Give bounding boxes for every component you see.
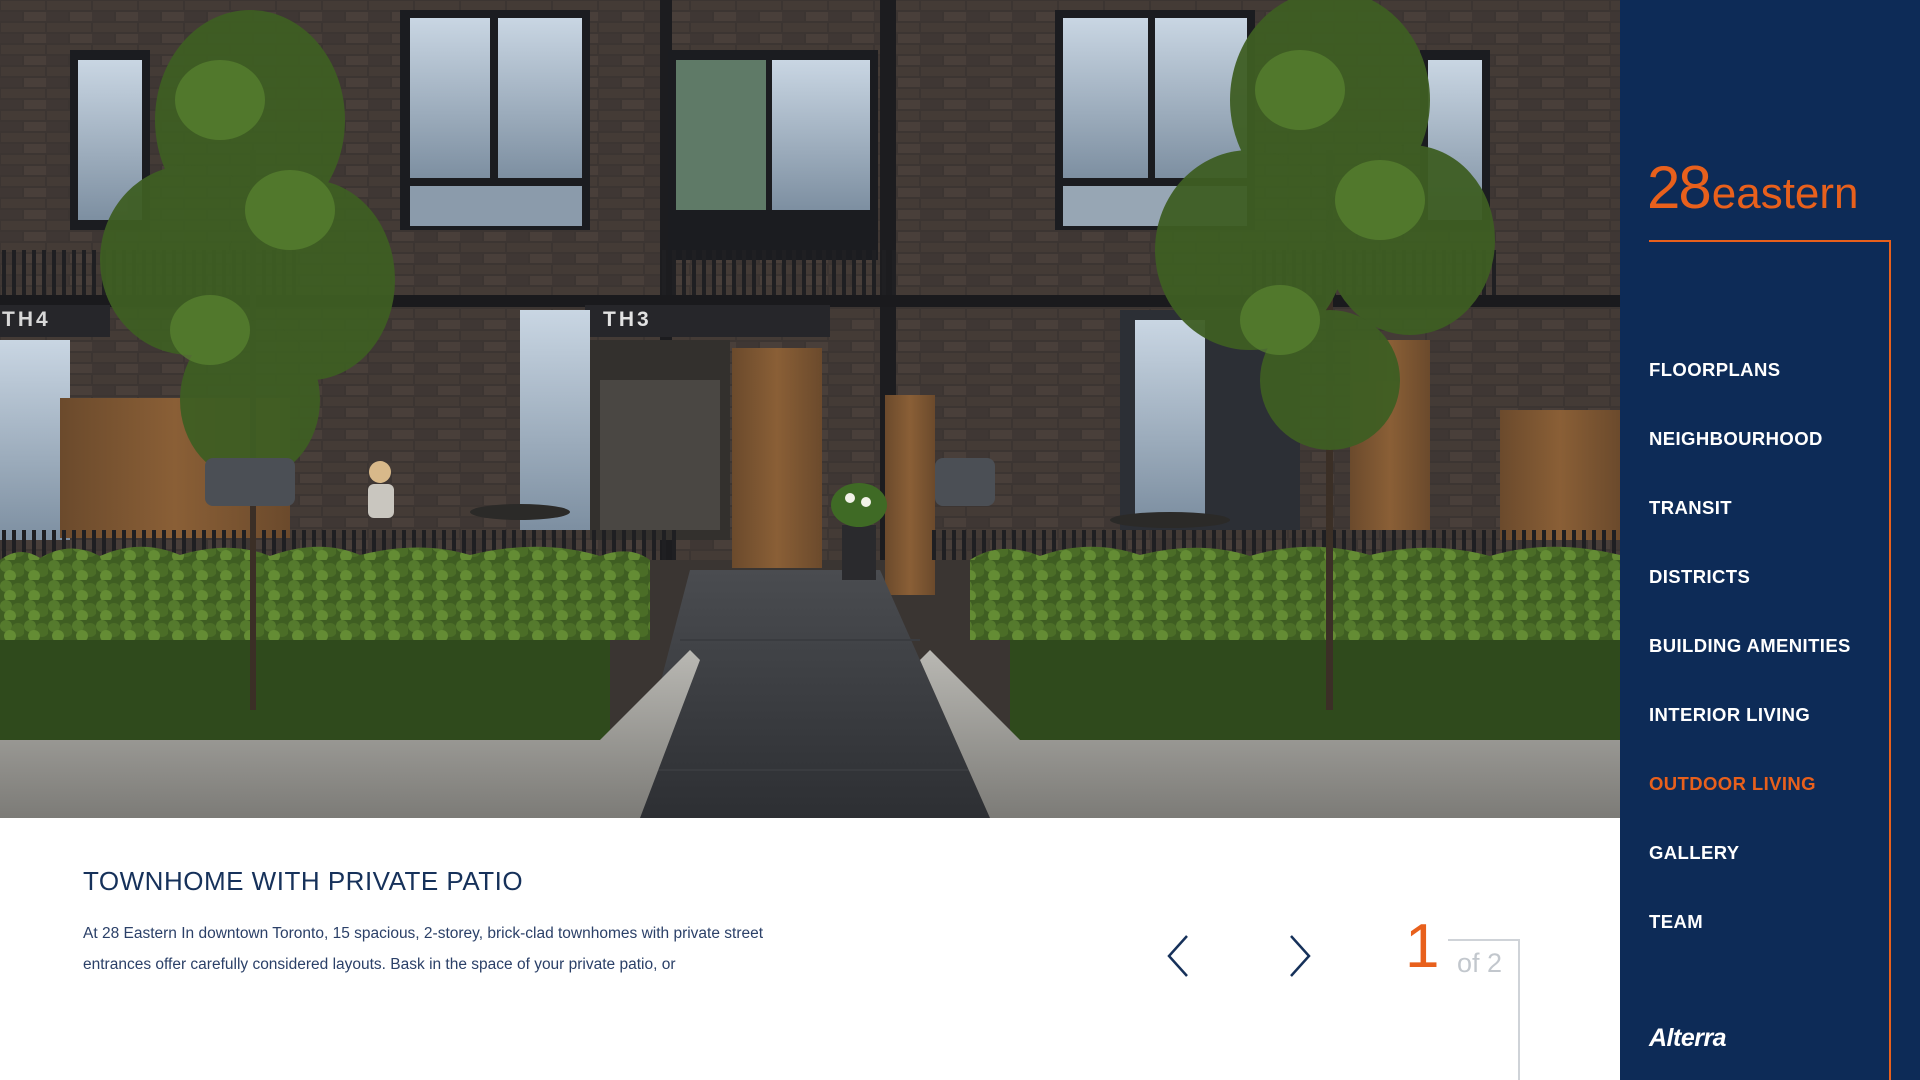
logo-word: eastern [1711, 169, 1859, 218]
next-slide-button[interactable] [1280, 928, 1320, 984]
site-logo[interactable]: 28eastern [1647, 158, 1859, 218]
nav-item-floorplans[interactable]: FLOORPLANS [1649, 352, 1851, 421]
main-nav: FLOORPLANS NEIGHBOURHOOD TRANSIT DISTRIC… [1649, 352, 1851, 973]
unit-sign-th4: TH4 [2, 308, 51, 331]
nav-item-districts[interactable]: DISTRICTS [1649, 559, 1851, 628]
slide-title: TOWNHOME WITH PRIVATE PATIO [83, 866, 524, 896]
nav-item-building-amenities[interactable]: BUILDING AMENITIES [1649, 628, 1851, 697]
app-root: TH4 TH3 TOWNHOME WITH PRIVATE PATIO At 2… [0, 0, 1920, 1080]
townhome-illustration: TH4 TH3 [0, 0, 1620, 818]
developer-logo[interactable]: Alterra [1649, 1024, 1727, 1053]
previous-slide-button[interactable] [1158, 928, 1198, 984]
nav-item-outdoor-living[interactable]: OUTDOOR LIVING [1649, 766, 1851, 835]
nav-item-transit[interactable]: TRANSIT [1649, 490, 1851, 559]
slide-description: At 28 Eastern In downtown Toronto, 15 sp… [83, 925, 764, 973]
slide-content: TOWNHOME WITH PRIVATE PATIO At 28 Easter… [0, 818, 1620, 1080]
slide-counter-current: 1 [1405, 912, 1440, 981]
nav-item-neighbourhood[interactable]: NEIGHBOURHOOD [1649, 421, 1851, 490]
slide-counter-total: of 2 [1457, 948, 1503, 978]
sidebar: 28eastern FLOORPLANS NEIGHBOURHOOD TRANS… [1620, 0, 1920, 1080]
hero-image: TH4 TH3 [0, 0, 1620, 818]
nav-item-gallery[interactable]: GALLERY [1649, 835, 1851, 904]
logo-number: 28 [1647, 154, 1712, 221]
chevron-left-icon [1167, 935, 1188, 977]
unit-sign-th3: TH3 [603, 308, 652, 331]
nav-item-team[interactable]: TEAM [1649, 904, 1851, 973]
chevron-right-icon [1290, 935, 1311, 977]
nav-item-interior-living[interactable]: INTERIOR LIVING [1649, 697, 1851, 766]
